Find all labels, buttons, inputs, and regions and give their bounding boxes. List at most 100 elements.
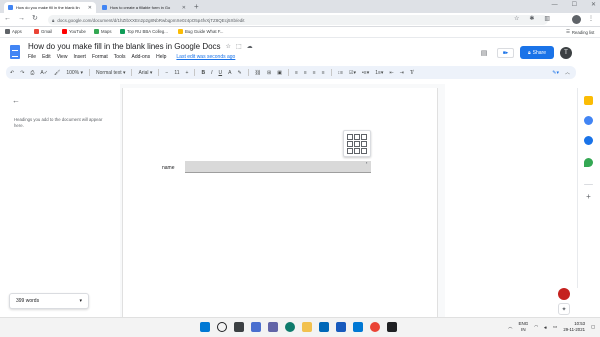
word-icon[interactable] [336,322,346,332]
numbered-list-icon[interactable]: 1≡▾ [375,70,383,76]
menu-edit[interactable]: Edit [42,54,51,60]
highlight-icon[interactable]: ✎ [237,70,241,76]
add-on-plus-icon[interactable]: + [584,192,593,201]
table-cell-icon[interactable] [354,141,360,147]
line-spacing-icon[interactable]: ↕≡ [338,70,343,76]
forward-icon[interactable]: → [18,15,25,22]
print-icon[interactable]: ⎙ [30,70,34,76]
file-explorer-icon[interactable] [302,322,312,332]
omnibox[interactable]: 🔒︎ docs.google.com/document/d/1hZIbXXEn2… [48,15,548,25]
menu-view[interactable]: View [57,54,68,60]
bulleted-list-icon[interactable]: •≡▾ [362,70,369,76]
table-options-popup[interactable] [343,130,371,157]
search-icon[interactable] [217,322,227,332]
close-tab-icon[interactable]: ✕ [182,5,186,11]
font-size-increase[interactable]: + [186,70,189,76]
task-view-icon[interactable] [234,322,244,332]
docs-logo-icon[interactable] [10,45,20,59]
collapse-toolbar-icon[interactable]: ︿ [565,69,570,76]
image-icon[interactable]: ▣ [277,70,282,76]
table-cell-icon[interactable] [347,141,353,147]
checklist-icon[interactable]: ☑▾ [349,70,356,76]
increase-indent-icon[interactable]: ⇥ [400,70,404,76]
new-tab-button[interactable]: + [194,2,199,11]
font-select[interactable]: Arial ▾ [138,70,152,76]
menu-format[interactable]: Format [92,54,108,60]
menu-file[interactable]: File [28,54,36,60]
url-text[interactable]: docs.google.com/document/d/1hZIbXXEn2p2g… [57,18,244,23]
style-select[interactable]: Normal text ▾ [96,70,125,76]
comment-icon[interactable]: ⊞ [267,70,271,76]
clock[interactable]: 10:53 29-11-2021 [563,321,585,333]
menu-insert[interactable]: Insert [73,54,86,60]
table-cell-icon[interactable] [354,134,360,140]
bookmark-college[interactable]: Top RU BBA Colleg... [120,29,168,34]
chrome-icon[interactable] [370,322,380,332]
spellcheck-icon[interactable]: A✓ [40,70,48,76]
chevron-up-icon[interactable]: ︿ [508,324,513,330]
maximize-icon[interactable]: ☐ [572,1,577,8]
text-color-icon[interactable]: A [228,70,231,76]
bold-icon[interactable]: B [201,70,205,76]
browser-tab[interactable]: How to create a fillable form in Go ✕ [98,2,190,13]
table-cell-icon[interactable] [361,141,367,147]
maps-icon[interactable] [584,158,593,167]
align-justify-icon[interactable]: ≡ [322,70,325,76]
bookmark-youtube[interactable]: YouTube [62,29,86,34]
store-icon[interactable] [319,322,329,332]
paint-format-icon[interactable]: 🖌︎ [54,70,60,76]
fill-in-blank-field[interactable] [185,161,371,173]
star-icon[interactable]: ☆ [226,43,231,50]
notification-icon[interactable]: ▢ [591,324,595,330]
close-outline-icon[interactable]: ← [12,96,20,105]
clear-formatting-icon[interactable]: T̸ [410,70,413,76]
decrease-indent-icon[interactable]: ⇤ [389,70,393,76]
meet-button[interactable]: ■▸ [497,47,514,58]
comment-history-icon[interactable]: ▤ [477,48,491,58]
contacts-icon[interactable] [584,136,593,145]
share-button[interactable]: 🔒︎ Share [520,46,554,59]
browser-tab-active[interactable]: How do you make fill in the blank lin ✕ [4,2,96,13]
align-center-icon[interactable]: ≡ [304,70,307,76]
close-tab-icon[interactable]: ✕ [88,5,92,11]
bookmark-apps[interactable]: Apps [5,29,22,34]
explore-icon[interactable]: ✦ [558,303,570,315]
menu-help[interactable]: Help [156,54,166,60]
bookmark-maps[interactable]: Maps [94,29,112,34]
wifi-icon[interactable]: ◠ [534,324,538,330]
font-size-input[interactable]: 11 [174,70,179,76]
editing-mode-icon[interactable]: ✎▾ [552,70,559,76]
table-cell-icon[interactable] [347,134,353,140]
volume-icon[interactable]: 🔊︎ [544,325,547,330]
font-size-decrease[interactable]: − [165,70,168,76]
language-indicator[interactable]: ENG IN [519,321,529,333]
reading-list[interactable]: ☰ Reading list [566,29,594,35]
table-handle-icon[interactable]: ▪ [366,160,367,165]
close-window-icon[interactable]: ✕ [591,1,596,8]
widgets-icon[interactable] [251,322,261,332]
align-left-icon[interactable]: ≡ [295,70,298,76]
undo-icon[interactable]: ↶ [10,70,14,76]
profile-avatar[interactable] [572,15,581,24]
table-cell-icon[interactable] [361,134,367,140]
back-icon[interactable]: ← [4,15,11,22]
bookmark-bug-guide[interactable]: Bug Guide What F... [178,29,223,34]
document-page[interactable] [122,88,438,337]
tasks-icon[interactable] [584,116,593,125]
table-cell-icon[interactable] [347,148,353,154]
menu-tools[interactable]: Tools [114,54,126,60]
minimize-icon[interactable]: — [552,2,558,8]
zoom-select[interactable]: 100% ▾ [66,70,83,76]
edge-icon[interactable] [285,322,295,332]
bookmark-gmail[interactable]: Gmail [34,29,52,34]
extensions-icon[interactable]: ✱ [529,15,534,22]
last-edit-link[interactable]: Last edit was seconds ago [176,54,235,60]
move-folder-icon[interactable]: ⬚ [236,43,242,50]
underline-icon[interactable]: U [218,70,222,76]
user-avatar[interactable]: T [560,46,572,59]
app-icon[interactable] [387,322,397,332]
reload-icon[interactable]: ↻ [32,14,38,22]
word-count-badge[interactable]: 399 words ▾ [9,293,89,309]
mail-icon[interactable] [353,322,363,332]
table-cell-icon[interactable] [354,148,360,154]
